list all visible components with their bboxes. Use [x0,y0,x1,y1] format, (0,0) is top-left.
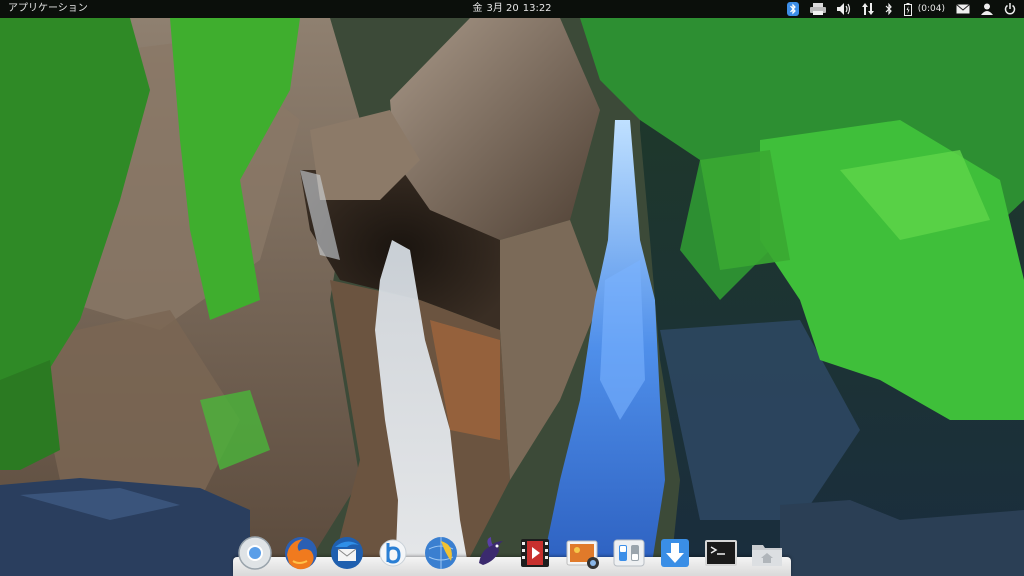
clock-date: 3月 20 [486,3,519,14]
volume-icon [836,3,850,15]
user-icon [981,3,993,15]
power-icon [1004,3,1016,15]
dock-item-software-center[interactable] [657,535,693,571]
film-strip-icon [521,539,549,567]
dock-item-files[interactable] [749,535,785,571]
bookworm-icon [379,539,407,567]
dock-item-photos[interactable] [565,535,601,571]
session-indicator[interactable] [1004,0,1016,18]
messaging-indicator[interactable] [956,0,970,18]
dock [233,531,791,576]
photo-viewer-icon [566,540,599,569]
mail-icon [956,4,970,14]
bluetooth-active-icon [786,2,799,16]
bluetooth-icon [885,3,892,15]
terminal-icon [705,540,737,566]
bluetooth-active-indicator[interactable] [786,0,799,18]
dock-item-midori[interactable] [423,535,459,571]
dock-item-terminal[interactable] [703,535,739,571]
network-indicator[interactable] [861,0,874,18]
download-arrow-icon [661,539,689,567]
user-indicator[interactable] [981,0,993,18]
battery-icon [903,2,912,16]
dock-item-chrome[interactable] [237,535,273,571]
chrome-icon [238,536,272,570]
clock[interactable]: 金 3月 20 13:22 [472,0,552,18]
desktop[interactable]: アプリケーション 金 3月 20 13:22 (0:04) [0,0,1024,576]
bluetooth-indicator[interactable] [885,0,893,18]
dock-item-firefox[interactable] [283,535,319,571]
dock-item-bird-app[interactable] [471,535,507,571]
network-transfer-icon [861,3,874,15]
applications-menu[interactable]: アプリケーション [8,0,88,18]
dock-item-bookworm[interactable] [375,535,411,571]
clock-day: 金 [472,3,483,14]
battery-indicator[interactable]: (0:04) [903,0,945,18]
printer-indicator[interactable] [809,0,826,18]
dock-item-thunderbird[interactable] [329,535,365,571]
volume-indicator[interactable] [836,0,851,18]
firefox-icon [285,537,317,570]
indicator-area: (0:04) [776,0,1016,18]
bird-app-icon [479,537,503,565]
dock-item-system-settings[interactable] [611,535,647,571]
wallpaper-waterfall [0,0,1024,576]
dock-item-video-player[interactable] [517,535,553,571]
printer-icon [809,3,826,15]
thunderbird-icon [331,537,363,569]
top-panel: アプリケーション 金 3月 20 13:22 (0:04) [0,0,1024,18]
settings-switches-icon [613,539,645,567]
battery-time: (0:04) [917,4,945,14]
midori-icon [425,537,457,569]
home-folder-icon [752,545,782,566]
clock-time: 13:22 [522,3,552,14]
